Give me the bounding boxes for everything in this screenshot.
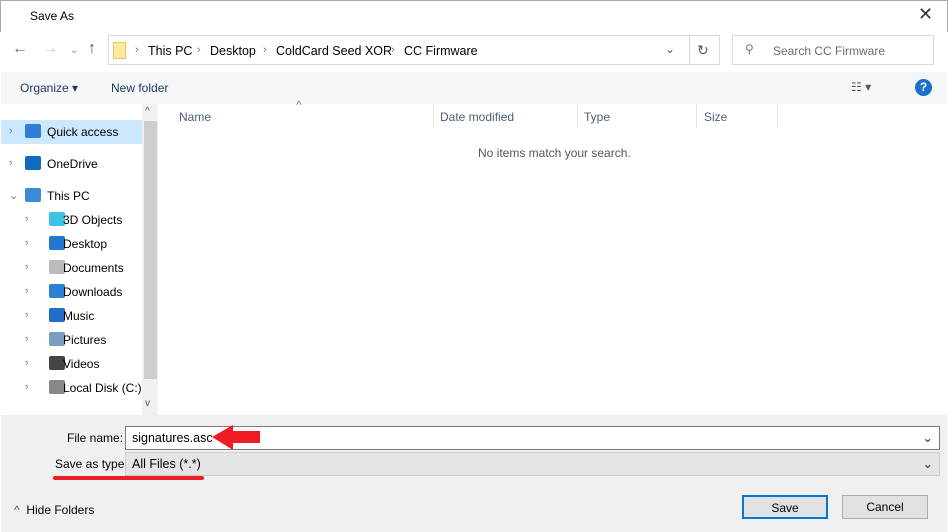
chevron-down-icon[interactable]: ⌄ (9, 189, 18, 202)
recent-dropdown[interactable]: ⌄ (70, 45, 78, 56)
nav-item[interactable]: › Documents (1, 256, 143, 280)
toolbar: Organize ▾ New folder ☷ ▾ ? (1, 72, 947, 104)
hide-folders-button[interactable]: ^ Hide Folders (14, 503, 94, 517)
nav-item[interactable]: › Pictures (1, 328, 143, 352)
file-name-label: File name: (67, 431, 124, 445)
computer-icon (25, 188, 41, 202)
save-button[interactable]: Save (742, 495, 828, 519)
scroll-down-arrow[interactable]: v (145, 398, 150, 409)
nav-item-label: Quick access (47, 125, 119, 139)
nav-item[interactable]: › Videos (1, 352, 143, 376)
nav-item-label: Pictures (63, 333, 107, 347)
chevron-right-icon[interactable]: › (25, 261, 29, 273)
nav-item[interactable]: › Local Disk (C:) (1, 376, 143, 400)
crumb-coldcard[interactable]: ColdCard Seed XOR (276, 44, 392, 58)
refresh-button[interactable]: ↻ (697, 42, 709, 59)
chevron-down-icon: ⌄ (922, 457, 933, 471)
scroll-up-arrow[interactable]: ^ (145, 106, 150, 117)
forward-button[interactable]: → (42, 40, 58, 58)
nav-item-label: Local Disk (C:) (63, 381, 142, 395)
chevron-right-icon[interactable]: › (25, 333, 29, 345)
search-input[interactable]: ⚲ Search CC Firmware (732, 35, 934, 65)
crumb-desktop[interactable]: Desktop (210, 44, 256, 58)
chevron-down-icon: ⌄ (922, 431, 933, 445)
column-date-modified[interactable]: Date modified (432, 104, 578, 128)
annotation-arrow (212, 425, 260, 450)
chevron-right-icon[interactable]: › (25, 309, 29, 321)
crumb-cc-firmware[interactable]: CC Firmware (404, 44, 478, 58)
nav-item-label: This PC (47, 189, 90, 203)
nav-item[interactable]: › Quick access (1, 120, 143, 144)
chevron-right-icon[interactable]: › (25, 237, 29, 249)
chevron-right-icon[interactable]: › (9, 157, 13, 169)
cancel-button[interactable]: Cancel (842, 495, 928, 519)
chevron-right-icon[interactable]: › (25, 285, 29, 297)
chevron-right-icon[interactable]: › (25, 357, 29, 369)
organize-button[interactable]: Organize ▾ (20, 81, 78, 95)
address-bar[interactable]: › This PC › Desktop › ColdCard Seed XOR … (108, 35, 720, 65)
crumb-this-pc[interactable]: This PC (148, 44, 192, 58)
nav-item-label: Documents (63, 261, 124, 275)
nav-item-label: 3D Objects (63, 213, 123, 227)
empty-message: No items match your search. (478, 146, 631, 160)
column-size[interactable]: Size (696, 104, 778, 128)
view-options-button[interactable]: ☷ ▾ (851, 80, 871, 94)
folder-icon (113, 42, 126, 59)
nav-item-label: Desktop (63, 237, 108, 251)
up-button[interactable]: ↑ (88, 40, 96, 58)
title-bar (0, 0, 948, 32)
chevron-right-icon[interactable]: › (25, 381, 29, 393)
close-button[interactable]: ✕ (918, 4, 933, 25)
nav-item-label: Videos (63, 357, 100, 371)
navigation-pane: › Quick access › OneDrive ⌄ This PC › 3D Object… (1, 104, 143, 415)
nav-item-label: Downloads (63, 285, 123, 299)
window-title: Save As (30, 9, 75, 23)
nav-item-label: OneDrive (47, 157, 98, 171)
chevron-right-icon[interactable]: › (25, 213, 29, 225)
chevron-down-icon[interactable]: ⌄ (665, 42, 675, 56)
scrollbar-thumb[interactable] (144, 121, 157, 379)
cloud-icon (25, 156, 41, 170)
help-icon[interactable]: ? (915, 79, 932, 96)
nav-item-label: Music (63, 309, 95, 323)
nav-item[interactable]: › Downloads (1, 280, 143, 304)
chevron-right-icon[interactable]: › (9, 125, 13, 137)
column-type[interactable]: Type (576, 104, 697, 128)
save-as-type-label: Save as type: (55, 457, 128, 471)
nav-item[interactable]: › Music (1, 304, 143, 328)
star-icon (25, 124, 41, 138)
nav-item[interactable]: › 3D Objects (1, 208, 143, 232)
nav-item[interactable]: › Desktop (1, 232, 143, 256)
column-name[interactable]: Name (171, 104, 434, 128)
nav-item[interactable]: ⌄ This PC (1, 184, 143, 208)
nav-item[interactable]: › OneDrive (1, 152, 143, 176)
search-icon: ⚲ (745, 42, 754, 56)
new-folder-button[interactable]: New folder (111, 81, 168, 95)
back-button[interactable]: ← (12, 40, 28, 58)
annotation-underline (53, 476, 204, 480)
save-as-type-select[interactable]: All Files (*.*) ⌄ (125, 452, 940, 476)
